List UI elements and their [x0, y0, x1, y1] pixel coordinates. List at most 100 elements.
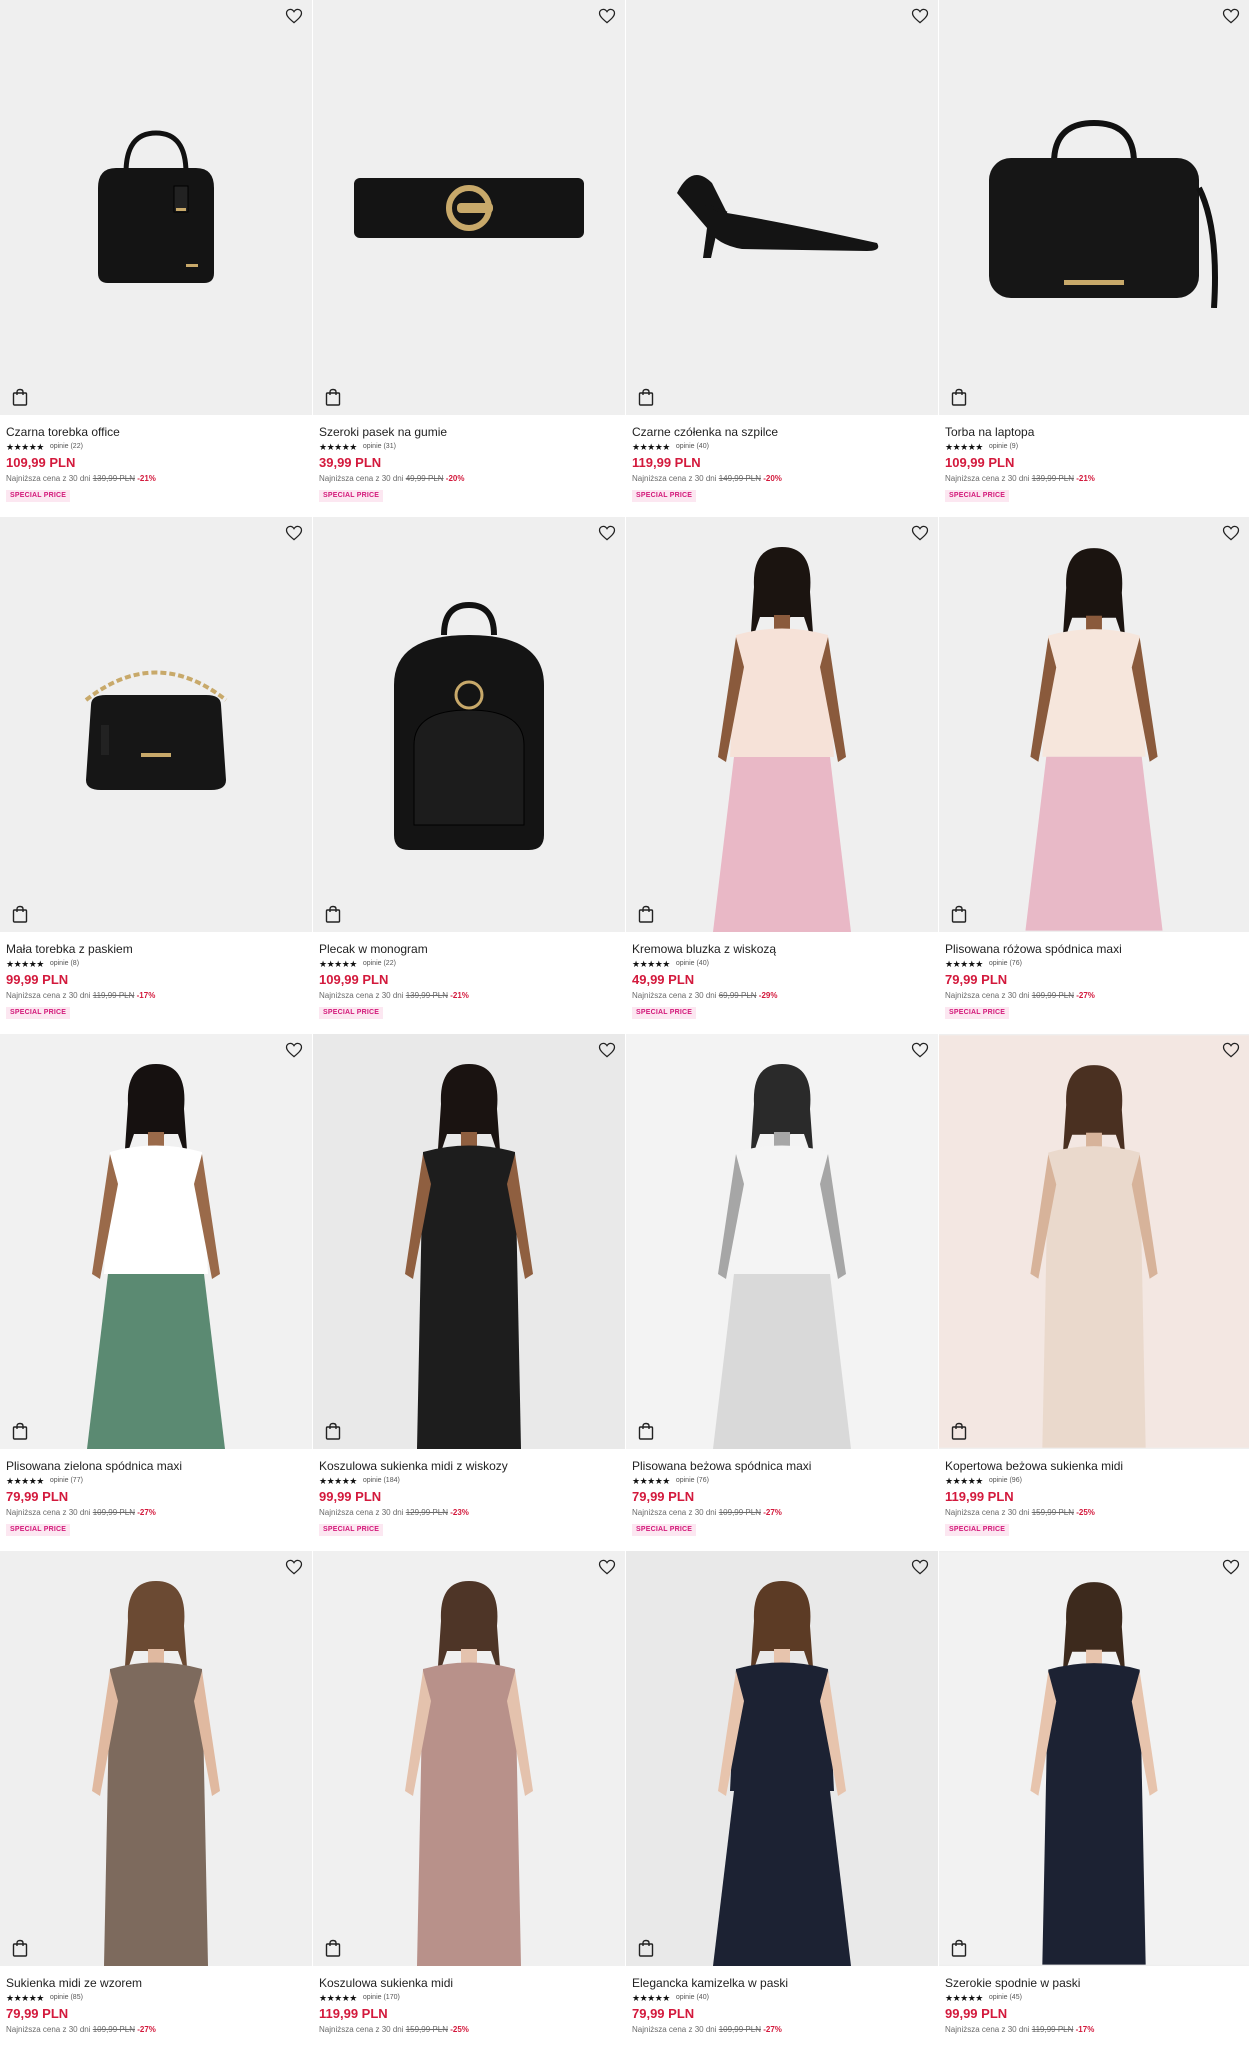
- heart-icon[interactable]: [284, 1557, 304, 1577]
- review-count[interactable]: opinie (31): [363, 442, 396, 452]
- review-count[interactable]: opinie (45): [989, 1993, 1022, 2003]
- product-image[interactable]: [626, 517, 938, 932]
- review-count[interactable]: opinie (22): [50, 442, 83, 452]
- shopping-bag-icon[interactable]: [12, 1422, 28, 1440]
- product-image[interactable]: [0, 0, 312, 415]
- heart-icon[interactable]: [910, 1557, 930, 1577]
- product-title[interactable]: Plecak w monogram: [319, 942, 620, 956]
- product-title[interactable]: Plisowana zielona spódnica maxi: [6, 1459, 307, 1473]
- review-count[interactable]: opinie (40): [676, 1993, 709, 2003]
- shopping-bag-icon[interactable]: [325, 905, 341, 923]
- product-card[interactable]: Czarne czółenka na szpilce ★★★★★ opinie …: [626, 0, 939, 517]
- product-title[interactable]: Czarna torebka office: [6, 425, 307, 439]
- shopping-bag-icon[interactable]: [325, 1939, 341, 1957]
- heart-icon[interactable]: [597, 1557, 617, 1577]
- product-card[interactable]: Mała torebka z paskiem ★★★★★ opinie (8) …: [0, 517, 313, 1034]
- review-count[interactable]: opinie (184): [363, 1476, 400, 1486]
- product-card[interactable]: Plisowana zielona spódnica maxi ★★★★★ op…: [0, 1034, 313, 1551]
- shopping-bag-icon[interactable]: [12, 905, 28, 923]
- product-title[interactable]: Elegancka kamizelka w paski: [632, 1976, 933, 1990]
- product-image[interactable]: [313, 517, 625, 932]
- heart-icon[interactable]: [597, 523, 617, 543]
- product-image[interactable]: [626, 1551, 938, 1966]
- product-card[interactable]: Koszulowa sukienka midi ★★★★★ opinie (17…: [313, 1551, 626, 2045]
- heart-icon[interactable]: [910, 523, 930, 543]
- product-card[interactable]: Czarna torebka office ★★★★★ opinie (22) …: [0, 0, 313, 517]
- product-card[interactable]: Szerokie spodnie w paski ★★★★★ opinie (4…: [939, 1551, 1250, 2045]
- product-image[interactable]: [313, 1551, 625, 1966]
- product-card[interactable]: Szeroki pasek na gumie ★★★★★ opinie (31)…: [313, 0, 626, 517]
- product-card[interactable]: Sukienka midi ze wzorem ★★★★★ opinie (85…: [0, 1551, 313, 2045]
- product-title[interactable]: Koszulowa sukienka midi: [319, 1976, 620, 1990]
- product-card[interactable]: Plisowana beżowa spódnica maxi ★★★★★ opi…: [626, 1034, 939, 1551]
- product-title[interactable]: Koszulowa sukienka midi z wiskozy: [319, 1459, 620, 1473]
- shopping-bag-icon[interactable]: [951, 905, 967, 923]
- product-image[interactable]: [626, 1034, 938, 1449]
- product-title[interactable]: Szeroki pasek na gumie: [319, 425, 620, 439]
- product-title[interactable]: Kremowa bluzka z wiskozą: [632, 942, 933, 956]
- product-image[interactable]: [0, 517, 312, 932]
- product-image[interactable]: [939, 517, 1249, 932]
- shopping-bag-icon[interactable]: [951, 388, 967, 406]
- product-image[interactable]: [313, 1034, 625, 1449]
- product-card[interactable]: Koszulowa sukienka midi z wiskozy ★★★★★ …: [313, 1034, 626, 1551]
- heart-icon[interactable]: [284, 6, 304, 26]
- shopping-bag-icon[interactable]: [638, 1422, 654, 1440]
- product-title[interactable]: Mała torebka z paskiem: [6, 942, 307, 956]
- product-card[interactable]: Kremowa bluzka z wiskozą ★★★★★ opinie (4…: [626, 517, 939, 1034]
- product-card[interactable]: Kopertowa beżowa sukienka midi ★★★★★ opi…: [939, 1034, 1250, 1551]
- review-count[interactable]: opinie (85): [50, 1993, 83, 2003]
- heart-icon[interactable]: [910, 6, 930, 26]
- shopping-bag-icon[interactable]: [12, 1939, 28, 1957]
- review-count[interactable]: opinie (170): [363, 1993, 400, 2003]
- product-title[interactable]: Kopertowa beżowa sukienka midi: [945, 1459, 1244, 1473]
- shopping-bag-icon[interactable]: [12, 388, 28, 406]
- product-image[interactable]: [939, 1034, 1249, 1449]
- product-rating: ★★★★★ opinie (9): [945, 442, 1244, 452]
- product-image[interactable]: [939, 0, 1249, 415]
- product-image[interactable]: [626, 0, 938, 415]
- product-image[interactable]: [313, 0, 625, 415]
- product-card[interactable]: Plecak w monogram ★★★★★ opinie (22) 109,…: [313, 517, 626, 1034]
- heart-icon[interactable]: [284, 523, 304, 543]
- product-info: Koszulowa sukienka midi ★★★★★ opinie (17…: [313, 1966, 626, 2035]
- lowest-price-label: Najniższa cena z 30 dni: [632, 2025, 717, 2034]
- product-image[interactable]: [939, 1551, 1249, 1966]
- review-count[interactable]: opinie (76): [989, 959, 1022, 969]
- heart-icon[interactable]: [284, 1040, 304, 1060]
- heart-icon[interactable]: [597, 1040, 617, 1060]
- product-card[interactable]: Torba na laptopa ★★★★★ opinie (9) 109,99…: [939, 0, 1250, 517]
- review-count[interactable]: opinie (22): [363, 959, 396, 969]
- shopping-bag-icon[interactable]: [325, 1422, 341, 1440]
- heart-icon[interactable]: [597, 6, 617, 26]
- product-title[interactable]: Plisowana beżowa spódnica maxi: [632, 1459, 933, 1473]
- product-card[interactable]: Elegancka kamizelka w paski ★★★★★ opinie…: [626, 1551, 939, 2045]
- special-price-badge: SPECIAL PRICE: [945, 1007, 1010, 1019]
- shopping-bag-icon[interactable]: [951, 1422, 967, 1440]
- heart-icon[interactable]: [1221, 1040, 1241, 1060]
- product-title[interactable]: Sukienka midi ze wzorem: [6, 1976, 307, 1990]
- product-image[interactable]: [0, 1034, 312, 1449]
- shopping-bag-icon[interactable]: [638, 905, 654, 923]
- shopping-bag-icon[interactable]: [951, 1939, 967, 1957]
- heart-icon[interactable]: [1221, 1557, 1241, 1577]
- review-count[interactable]: opinie (96): [989, 1476, 1022, 1486]
- review-count[interactable]: opinie (40): [676, 442, 709, 452]
- heart-icon[interactable]: [1221, 6, 1241, 26]
- product-title[interactable]: Czarne czółenka na szpilce: [632, 425, 933, 439]
- product-title[interactable]: Torba na laptopa: [945, 425, 1244, 439]
- heart-icon[interactable]: [910, 1040, 930, 1060]
- review-count[interactable]: opinie (76): [676, 1476, 709, 1486]
- heart-icon[interactable]: [1221, 523, 1241, 543]
- product-title[interactable]: Szerokie spodnie w paski: [945, 1976, 1244, 1990]
- shopping-bag-icon[interactable]: [638, 388, 654, 406]
- product-card[interactable]: Plisowana różowa spódnica maxi ★★★★★ opi…: [939, 517, 1250, 1034]
- shopping-bag-icon[interactable]: [638, 1939, 654, 1957]
- review-count[interactable]: opinie (40): [676, 959, 709, 969]
- review-count[interactable]: opinie (8): [50, 959, 79, 969]
- product-image[interactable]: [0, 1551, 312, 1966]
- product-title[interactable]: Plisowana różowa spódnica maxi: [945, 942, 1244, 956]
- review-count[interactable]: opinie (9): [989, 442, 1018, 452]
- shopping-bag-icon[interactable]: [325, 388, 341, 406]
- review-count[interactable]: opinie (77): [50, 1476, 83, 1486]
